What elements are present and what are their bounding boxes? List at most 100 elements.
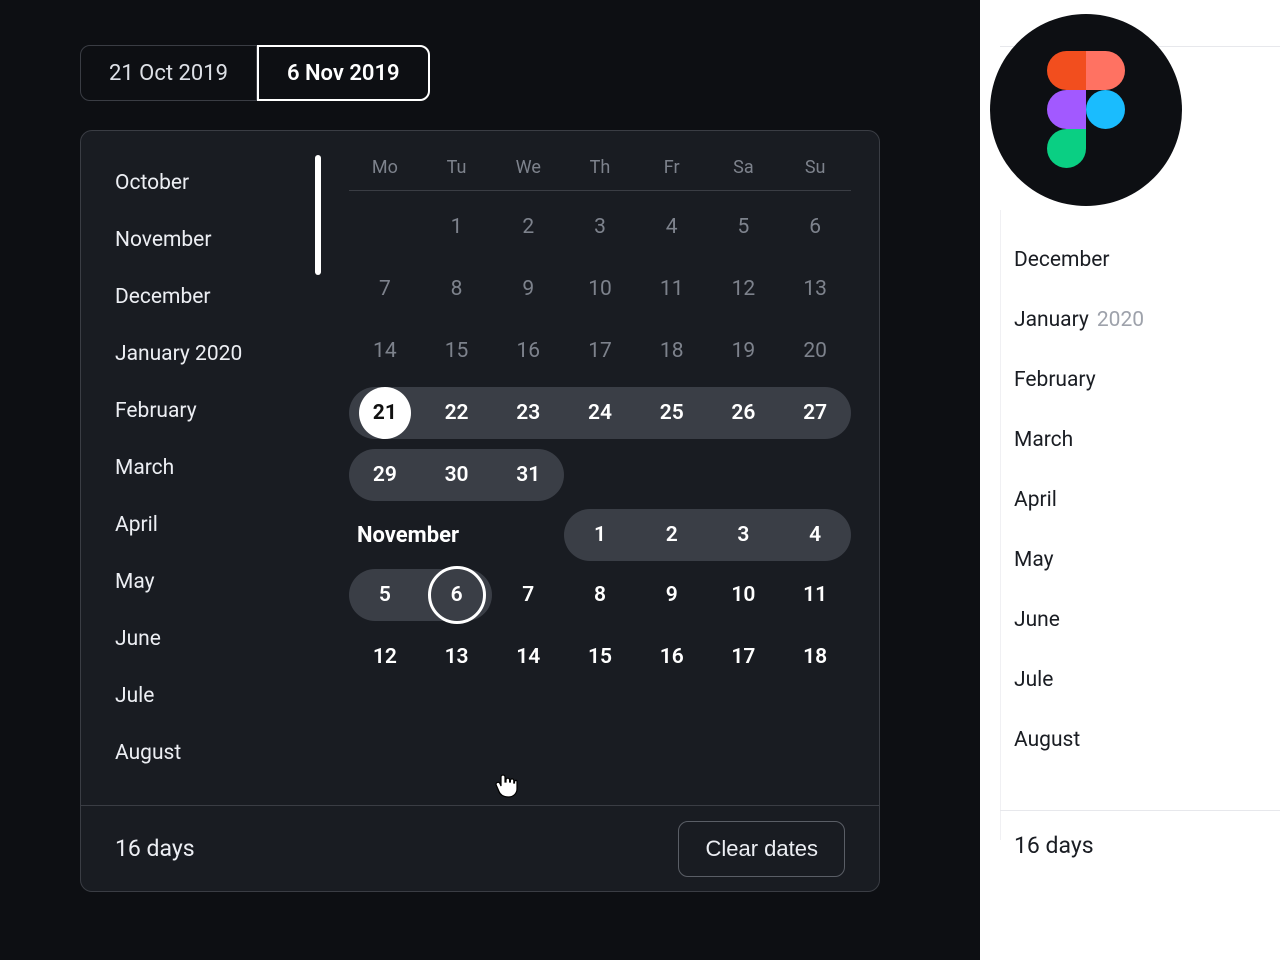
calendar-column: MoTuWeThFrSaSu 1234567891011121314151617… [321,131,879,805]
calendar-day[interactable]: 31 [492,445,564,505]
calendar-day[interactable]: 8 [564,565,636,625]
month-item[interactable]: October [115,155,321,212]
calendar-day[interactable]: 8 [421,259,493,319]
month-item[interactable]: March [115,440,321,497]
calendar-day[interactable]: 20 [779,321,851,381]
calendar-day[interactable]: 1 [421,197,493,257]
calendar-day[interactable]: 9 [492,259,564,319]
clear-dates-button[interactable]: Clear dates [678,821,845,877]
calendar-day[interactable]: 15 [564,627,636,687]
month-item[interactable]: November [115,212,321,269]
picker-footer: 16 days Clear dates [81,805,879,891]
dow-cell: Tu [421,151,493,184]
month-item[interactable]: April [115,497,321,554]
calendar-day[interactable]: 19 [708,321,780,381]
calendar-day[interactable]: 24 [564,383,636,443]
date-range-picker-dark: 21 Oct 2019 6 Nov 2019 OctoberNovemberDe… [0,0,980,960]
duration-label: 16 days [115,835,195,862]
calendar-day[interactable]: 6 [421,565,493,625]
calendar-week: 123456 [349,197,851,257]
calendar-day[interactable]: 18 [636,321,708,381]
calendar-day[interactable]: 30 [421,445,493,505]
calendar-day[interactable]: 4 [779,505,851,565]
picker-panel: OctoberNovemberDecemberJanuary 2020Febru… [80,130,880,892]
calendar-day[interactable]: 25 [636,383,708,443]
calendar-day[interactable]: 26 [708,383,780,443]
dow-cell: Su [779,151,851,184]
calendar-day[interactable]: 17 [708,627,780,687]
calendar-day[interactable]: 17 [564,321,636,381]
calendar-day[interactable]: 6 [779,197,851,257]
month-item[interactable]: June [1014,590,1144,650]
calendar-week: 14151617181920 [349,321,851,381]
calendar-day[interactable]: 11 [779,565,851,625]
month-item[interactable]: June [115,611,321,668]
month-item[interactable]: May [115,554,321,611]
figma-badge [990,14,1182,206]
month-item[interactable]: April [1014,470,1144,530]
month-label-november: November [349,523,564,548]
calendar-day[interactable]: 21 [349,383,421,443]
calendar-day[interactable]: 22 [421,383,493,443]
month-item[interactable]: January 2020 [115,326,321,383]
calendar-day[interactable]: 1 [564,505,636,565]
calendar-day[interactable]: 14 [349,321,421,381]
dow-cell: Th [564,151,636,184]
dow-cell: Sa [708,151,780,184]
month-item[interactable]: February [1014,350,1144,410]
divider [1000,810,1280,811]
calendar-day[interactable]: 7 [492,565,564,625]
calendar-day[interactable]: 27 [779,383,851,443]
date-range-picker-light: DecemberJanuary2020FebruaryMarchAprilMay… [980,0,1280,960]
calendar-day[interactable]: 18 [779,627,851,687]
month-item[interactable]: August [1014,710,1144,770]
calendar-day[interactable]: 2 [492,197,564,257]
calendar-day[interactable]: 16 [636,627,708,687]
month-item[interactable]: December [115,269,321,326]
calendar-day[interactable]: 10 [564,259,636,319]
month-item[interactable]: February [115,383,321,440]
calendar-day[interactable]: 15 [421,321,493,381]
figma-logo-icon [1047,51,1125,169]
months-column-light: DecemberJanuary2020FebruaryMarchAprilMay… [1014,230,1144,770]
end-date-input[interactable]: 6 Nov 2019 [257,45,430,101]
month-item[interactable]: May [1014,530,1144,590]
calendar-day[interactable]: 9 [636,565,708,625]
months-column: OctoberNovemberDecemberJanuary 2020Febru… [81,131,321,805]
month-item[interactable]: December [1014,230,1144,290]
calendar-day[interactable]: 16 [492,321,564,381]
calendar-day[interactable]: 3 [708,505,780,565]
start-date-input[interactable]: 21 Oct 2019 [80,45,257,101]
month-item[interactable]: Jule [1014,650,1144,710]
day-of-week-header: MoTuWeThFrSaSu [349,151,851,184]
calendar-day[interactable]: 5 [708,197,780,257]
calendar-day[interactable]: 12 [708,259,780,319]
scrollbar-thumb[interactable] [315,155,321,275]
calendar-day[interactable]: 7 [349,259,421,319]
month-item[interactable]: Jule [115,668,321,725]
calendar-day[interactable]: 5 [349,565,421,625]
calendar-day[interactable]: 4 [636,197,708,257]
duration-label-light: 16 days [1014,832,1094,859]
calendar-day[interactable]: 11 [636,259,708,319]
calendar-day[interactable]: 10 [708,565,780,625]
calendar-day[interactable]: 29 [349,445,421,505]
calendar-day[interactable]: 14 [492,627,564,687]
dow-cell: We [492,151,564,184]
divider [349,190,851,191]
calendar-day[interactable]: 3 [564,197,636,257]
calendar-week: 21222324252627 [349,383,851,443]
month-item[interactable]: March [1014,410,1144,470]
divider [1000,210,1001,840]
month-item[interactable]: August [115,725,321,782]
dow-cell: Mo [349,151,421,184]
calendar-day[interactable]: 13 [779,259,851,319]
calendar-day[interactable]: 2 [636,505,708,565]
month-item[interactable]: January2020 [1014,290,1144,350]
calendar-week: 293031 [349,445,851,505]
calendar-week: 78910111213 [349,259,851,319]
calendar-day[interactable]: 13 [421,627,493,687]
calendar-day[interactable]: 12 [349,627,421,687]
calendar-day[interactable]: 23 [492,383,564,443]
date-inputs: 21 Oct 2019 6 Nov 2019 [80,45,430,101]
